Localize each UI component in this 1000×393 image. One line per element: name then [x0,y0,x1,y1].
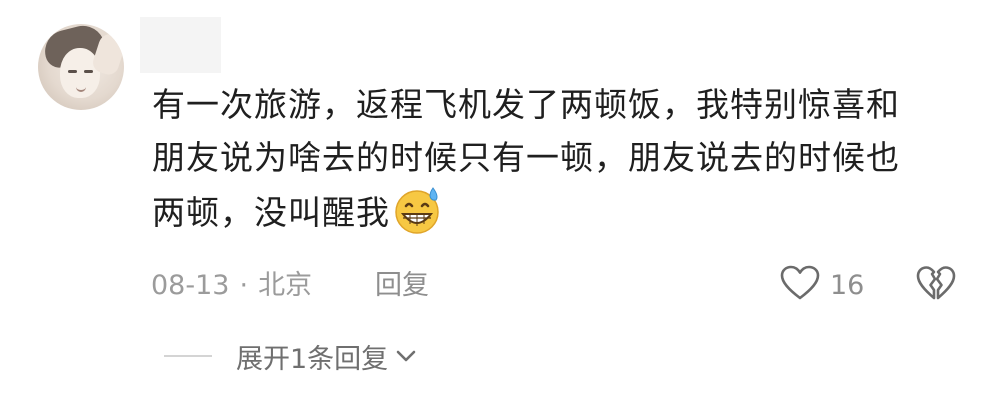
comment-line-text: 两顿，没叫醒我 [152,193,390,232]
comment-line: 有一次旅游，返程飞机发了两顿饭，我特别惊喜和 [152,85,900,124]
grinning-sweat-emoji-icon [392,184,444,236]
like-button[interactable]: 16 [780,265,864,305]
reply-button[interactable]: 回复 [375,268,429,304]
divider-line [164,355,212,357]
chevron-down-icon [394,344,418,368]
username-redacted [140,17,221,73]
like-count: 16 [830,269,865,301]
comment-location: 北京 [258,270,313,301]
comment-date: 08-13 [151,270,230,301]
comment-line: 两顿，没叫醒我 [152,184,962,239]
broken-heart-icon [916,266,956,307]
expand-replies-label: 展开1条回复 [236,343,389,375]
heart-icon [780,265,820,305]
user-avatar[interactable] [38,24,124,110]
meta-separator: · [239,270,249,301]
comment-line: 朋友说为啥去的时候只有一顿，朋友说去的时候也 [152,138,900,177]
expand-replies-button[interactable]: 展开1条回复 [164,337,418,375]
dislike-button[interactable] [916,265,956,305]
comment-body: 有一次旅游，返程飞机发了两顿饭，我特别惊喜和 朋友说为啥去的时候只有一顿，朋友说… [152,78,962,239]
comment-meta: 08-13 · 北京 [151,268,312,304]
